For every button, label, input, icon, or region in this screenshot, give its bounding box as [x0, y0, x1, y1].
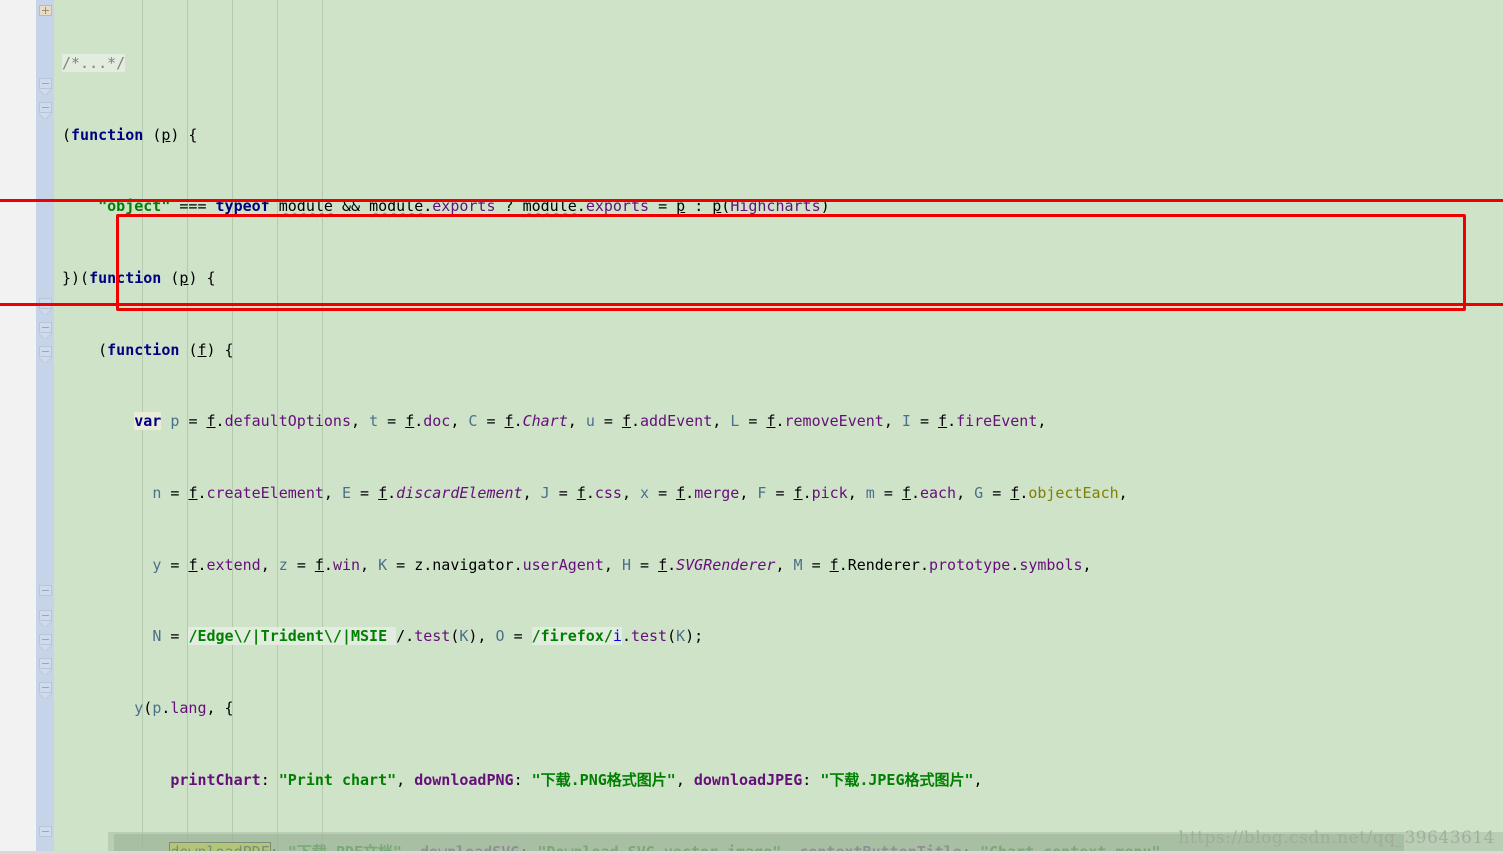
code-line[interactable]: y(p.lang, { — [54, 697, 1161, 721]
fold-region-end-icon — [39, 309, 52, 315]
code-folding-gutter[interactable] — [36, 0, 54, 854]
code-line[interactable]: (function (p) { — [54, 124, 1161, 148]
fold-expanded-icon[interactable] — [39, 78, 52, 89]
fold-expanded-icon[interactable] — [39, 658, 52, 669]
fold-expanded-icon[interactable] — [39, 682, 52, 693]
fold-expanded-icon[interactable] — [39, 610, 52, 621]
fold-expanded-icon[interactable] — [39, 634, 52, 645]
editor-window: /*...*/ (function (p) { "object" === typ… — [0, 0, 1503, 854]
fold-expanded-icon[interactable] — [39, 826, 52, 837]
fold-region-end-icon — [39, 621, 52, 627]
fold-region-end-icon — [39, 693, 52, 699]
line-number-gutter — [0, 0, 37, 854]
watermark-text: https://blog.csdn.net/qq_39643614 — [1178, 828, 1495, 848]
fold-expanded-icon[interactable] — [39, 102, 52, 113]
fold-expanded-icon[interactable] — [39, 346, 52, 357]
fold-region-end-icon — [39, 645, 52, 651]
code-line[interactable]: y = f.extend, z = f.win, K = z.navigator… — [54, 554, 1161, 578]
code-line[interactable]: (function (f) { — [54, 339, 1161, 363]
code-line[interactable]: var p = f.defaultOptions, t = f.doc, C =… — [54, 410, 1161, 434]
fold-region-end-icon — [39, 669, 52, 675]
red-annotation-top-rule — [0, 199, 1503, 202]
code-editor-area[interactable]: /*...*/ (function (p) { "object" === typ… — [54, 0, 1503, 854]
code-line[interactable]: N = /Edge\/|Trident\/|MSIE /.test(K), O … — [54, 625, 1161, 649]
red-annotation-bottom-rule — [0, 303, 1503, 306]
code-line[interactable]: n = f.createElement, E = f.discardElemen… — [54, 482, 1161, 506]
fold-region-end-icon — [39, 357, 52, 363]
code-text[interactable]: /*...*/ (function (p) { "object" === typ… — [54, 4, 1161, 854]
fold-region-end-icon — [39, 113, 52, 119]
code-line[interactable]: printChart: "Print chart", downloadPNG: … — [54, 769, 1161, 793]
fold-expanded-icon[interactable] — [39, 322, 52, 333]
code-line[interactable]: /*...*/ — [54, 52, 1161, 76]
fold-region-end-icon — [39, 89, 52, 95]
code-line[interactable]: })(function (p) { — [54, 267, 1161, 291]
fold-expanded-icon[interactable] — [39, 585, 52, 596]
fold-collapsed-icon[interactable] — [39, 5, 52, 16]
fold-region-end-icon — [39, 333, 52, 339]
